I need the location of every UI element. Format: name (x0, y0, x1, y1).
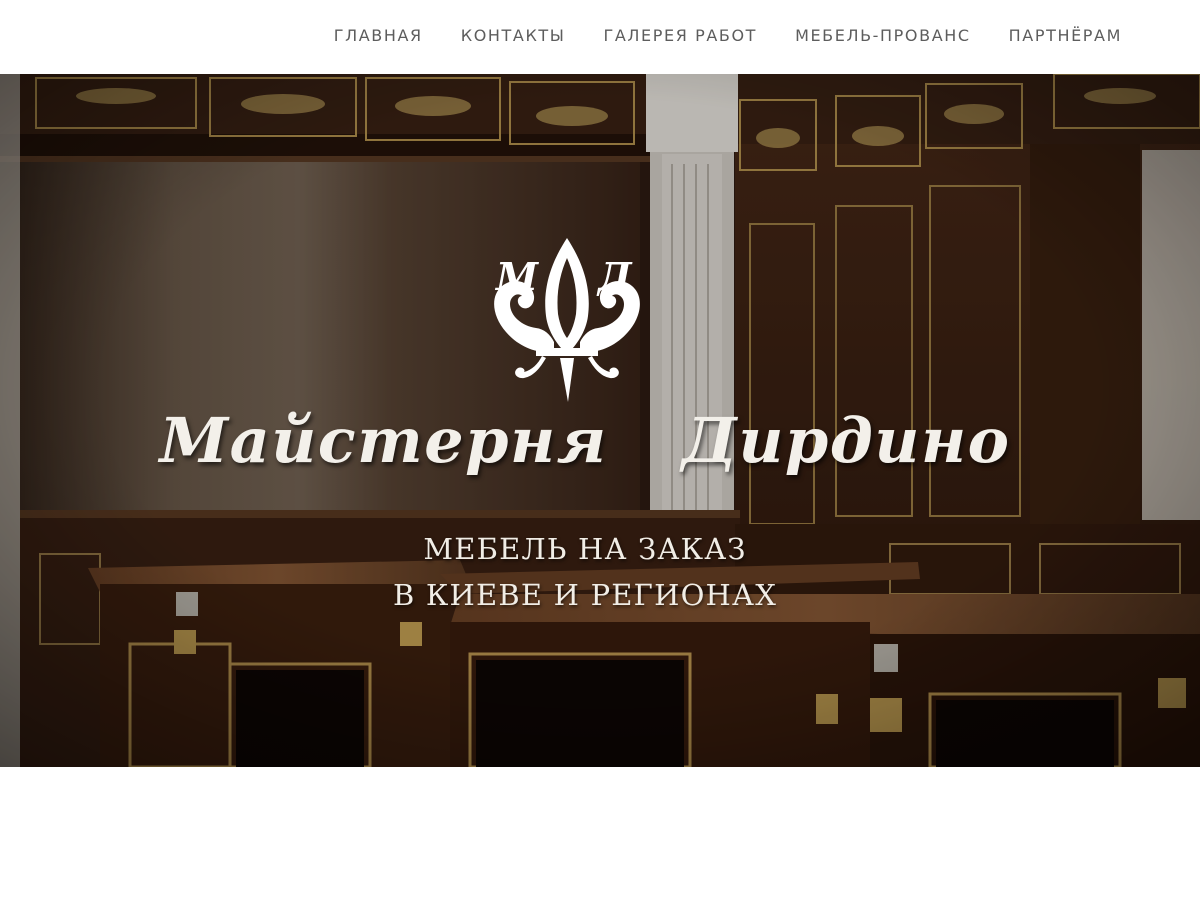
logo-monogram-d: Д (598, 254, 632, 299)
brand-title: Майстерня Дирдино (159, 404, 1011, 477)
hero-banner: М Д Майстерня Дирдино МЕБЕЛЬ НА ЗАКАЗ В … (0, 74, 1200, 767)
logo-monogram-m: М (496, 254, 539, 299)
hero-tagline-line1: МЕБЕЛЬ НА ЗАКАЗ (423, 532, 747, 566)
main-nav: ГЛАВНАЯ КОНТАКТЫ ГАЛЕРЕЯ РАБОТ МЕБЕЛЬ-ПР… (334, 0, 1122, 70)
hero-tagline-line2: В КИЕВЕ И РЕГИОНАХ (392, 578, 778, 612)
nav-link-partners[interactable]: ПАРТНЁРАМ (1009, 26, 1122, 45)
site-header: ГЛАВНАЯ КОНТАКТЫ ГАЛЕРЕЯ РАБОТ МЕБЕЛЬ-ПР… (0, 0, 1200, 74)
nav-link-contacts[interactable]: КОНТАКТЫ (461, 26, 566, 45)
nav-link-provence-furniture[interactable]: МЕБЕЛЬ-ПРОВАНС (795, 26, 971, 45)
nav-link-gallery[interactable]: ГАЛЕРЕЯ РАБОТ (604, 26, 758, 45)
nav-link-home[interactable]: ГЛАВНАЯ (334, 26, 423, 45)
